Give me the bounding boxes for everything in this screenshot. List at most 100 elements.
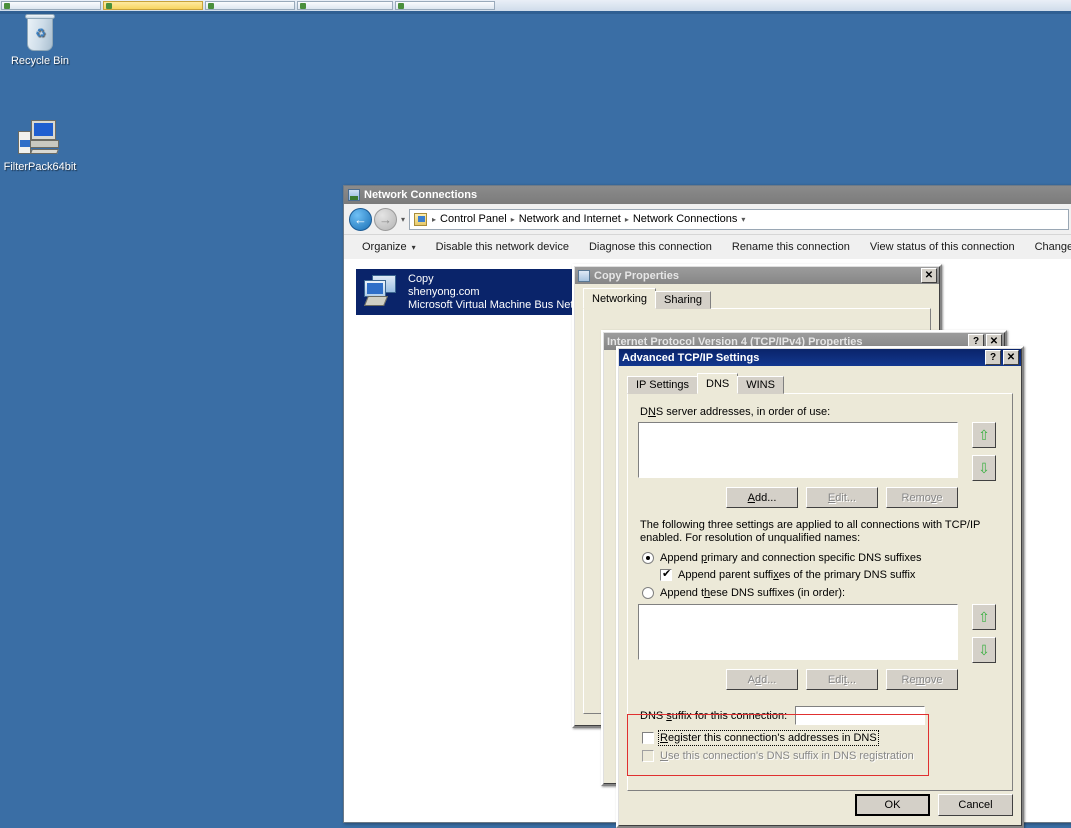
close-icon[interactable]: ✕ (921, 268, 937, 283)
dns-servers-move-up-button[interactable]: ⇧ (972, 422, 996, 448)
desktop-icon-label: FilterPack64bit (3, 161, 77, 173)
suffix-move-down-button[interactable]: ⇩ (972, 637, 996, 663)
address-bar[interactable]: ▸ Control Panel ▸ Network and Internet ▸… (409, 208, 1069, 230)
dns-servers-remove-button[interactable]: Remove (886, 487, 958, 508)
toolbar-organize[interactable]: Organize ▾ (352, 241, 426, 253)
checkbox-indicator (642, 732, 654, 744)
dns-servers-label: DNS server addresses, in order of use: (640, 406, 831, 418)
resolution-description: The following three settings are applied… (640, 519, 981, 544)
suffix-move-up-button[interactable]: ⇧ (972, 604, 996, 630)
radio-append-these-suffixes[interactable]: Append these DNS suffixes (in order): (642, 587, 1002, 599)
taskbar-button[interactable] (205, 1, 295, 10)
button-label: Remove (901, 491, 943, 504)
checkbox-label: Append parent suffixes of the primary DN… (678, 569, 916, 581)
checkbox-append-parent-suffixes[interactable]: Append parent suffixes of the primary DN… (660, 567, 1002, 581)
dns-servers-add-button[interactable]: Add... (726, 487, 798, 508)
breadcrumb-separator: ▸ (432, 214, 437, 224)
taskbar-button[interactable] (297, 1, 393, 10)
network-adapter-icon (362, 275, 402, 309)
arrow-down-icon: ⇩ (978, 460, 990, 476)
button-label: Cancel (958, 799, 993, 811)
taskbar-button-icon (300, 2, 306, 9)
taskbar[interactable] (0, 0, 1071, 11)
taskbar-button-icon (398, 2, 404, 9)
taskbar-button-icon (208, 2, 214, 9)
dns-suffix-row: DNS suffix for this connection: (640, 706, 1002, 725)
checkbox-use-dns-suffix[interactable]: Use this connection's DNS suffix in DNS … (642, 750, 1002, 762)
connection-adapter: Microsoft Virtual Machine Bus Net (408, 298, 574, 311)
navigation-bar: ← → ▾ ▸ Control Panel ▸ Network and Inte… (344, 204, 1071, 235)
explorer-toolbar: Organize ▾ Disable this network device Di… (344, 235, 1071, 260)
tab-wins[interactable]: WINS (737, 376, 784, 394)
advanced-tabs: IP Settings DNS WINS (619, 373, 1021, 394)
radio-append-primary[interactable]: Append primary and connection specific D… (642, 552, 1002, 564)
forward-arrow-icon[interactable]: → (374, 207, 397, 231)
button-label: Add... (747, 491, 777, 504)
arrow-down-icon: ⇩ (978, 642, 990, 658)
button-label: Add... (747, 673, 777, 686)
dns-tab-pane: DNS server addresses, in order of use: ⇧… (627, 393, 1013, 791)
tab-sharing[interactable]: Sharing (655, 291, 711, 309)
help-icon[interactable]: ? (985, 350, 1001, 365)
breadcrumb-item-network-and-internet[interactable]: Network and Internet (517, 213, 623, 225)
button-label: Remove (901, 673, 943, 686)
toolbar-change-settings[interactable]: Change setti (1025, 241, 1071, 253)
copy-properties-titlebar[interactable]: Copy Properties ✕ (575, 267, 939, 284)
suffix-add-button[interactable]: Add... (726, 669, 798, 690)
suffix-remove-button[interactable]: Remove (886, 669, 958, 690)
connection-name: Copy (408, 272, 434, 285)
breadcrumb-item-network-connections[interactable]: Network Connections (631, 213, 740, 225)
dns-servers-edit-button[interactable]: Edit... (806, 487, 878, 508)
toolbar-view-status[interactable]: View status of this connection (860, 241, 1025, 253)
toolbar-rename[interactable]: Rename this connection (722, 241, 860, 253)
desktop-icon-filterpack[interactable]: FilterPack64bit (0, 118, 80, 173)
button-label: OK (884, 799, 901, 811)
breadcrumb-separator: ▸ (624, 214, 629, 224)
radio-label: Append these DNS suffixes (in order): (660, 587, 846, 599)
advanced-title: Advanced TCP/IP Settings (622, 351, 760, 364)
checkbox-register-addresses[interactable]: Register this connection's addresses in … (642, 730, 1002, 746)
checkbox-indicator (642, 750, 654, 762)
dns-servers-listbox[interactable] (638, 422, 958, 478)
arrow-up-icon: ⇧ (978, 427, 990, 443)
tab-networking[interactable]: Networking (583, 288, 657, 309)
network-connections-icon (348, 189, 360, 201)
checkbox-label: Use this connection's DNS suffix in DNS … (660, 750, 914, 762)
radio-label: Append primary and connection specific D… (660, 552, 922, 564)
arrow-up-icon: ⇧ (978, 609, 990, 625)
dialog-footer: OK Cancel (855, 794, 1013, 816)
checkbox-indicator (660, 567, 672, 581)
copy-properties-tabs: Networking Sharing (575, 288, 939, 309)
toolbar-disable-device[interactable]: Disable this network device (426, 241, 579, 253)
connection-details: Copy shenyong.com Microsoft Virtual Mach… (408, 273, 573, 312)
advanced-tcpip-settings-dialog[interactable]: Advanced TCP/IP Settings ? ✕ IP Settings… (616, 346, 1024, 828)
toolbar-diagnose[interactable]: Diagnose this connection (579, 241, 722, 253)
radio-button-indicator (642, 587, 654, 599)
connection-network: shenyong.com (408, 285, 480, 298)
dns-suffix-input[interactable] (795, 706, 926, 725)
dns-suffix-label: DNS suffix for this connection: (640, 709, 788, 722)
chevron-down-icon[interactable]: ▾ (401, 215, 405, 224)
back-arrow-icon[interactable]: ← (349, 207, 372, 231)
cancel-button[interactable]: Cancel (938, 794, 1013, 816)
list-item-connection[interactable]: Copy shenyong.com Microsoft Virtual Mach… (356, 269, 574, 315)
taskbar-button-active[interactable] (103, 1, 203, 10)
suffix-edit-button[interactable]: Edit... (806, 669, 878, 690)
window-titlebar[interactable]: Network Connections (344, 186, 1071, 204)
taskbar-button[interactable] (1, 1, 101, 10)
suffix-listbox[interactable] (638, 604, 958, 660)
dns-servers-move-down-button[interactable]: ⇩ (972, 455, 996, 481)
tab-ip-settings[interactable]: IP Settings (627, 376, 698, 394)
close-icon[interactable]: ✕ (1003, 350, 1019, 365)
breadcrumb-item-control-panel[interactable]: Control Panel (438, 213, 509, 225)
ok-button[interactable]: OK (855, 794, 930, 816)
desktop-top-edge (0, 11, 1071, 14)
tab-dns[interactable]: DNS (697, 373, 739, 394)
advanced-titlebar[interactable]: Advanced TCP/IP Settings ? ✕ (619, 349, 1021, 366)
button-label: Edit... (827, 491, 857, 504)
desktop-icon-recycle-bin[interactable]: ♻ Recycle Bin (0, 14, 80, 67)
button-label: Edit... (827, 673, 857, 686)
taskbar-button[interactable] (395, 1, 495, 10)
taskbar-button-icon (4, 2, 10, 9)
radio-button-indicator (642, 552, 654, 564)
